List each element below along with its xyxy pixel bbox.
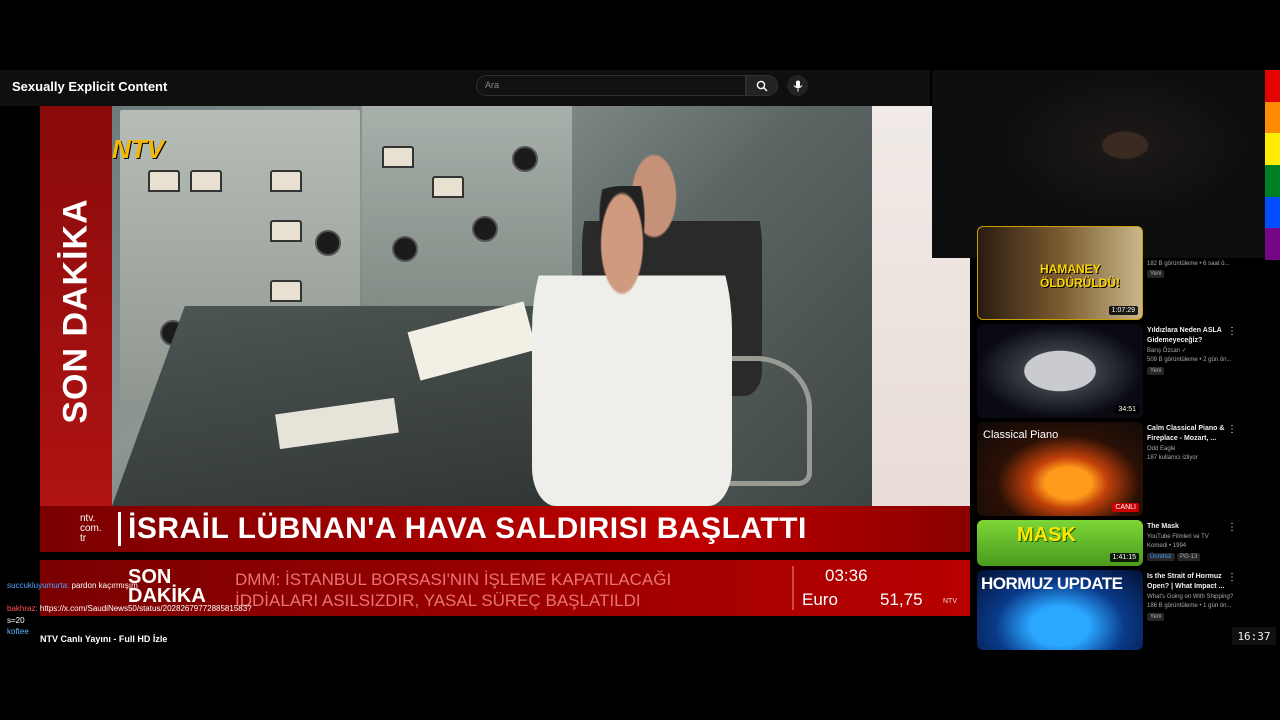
ntv-logo-text: NTV: [112, 134, 164, 164]
new-badge: Yeni: [1147, 613, 1165, 621]
video-duration: 1:41:15: [1109, 553, 1139, 562]
seated-technician-image: [532, 186, 732, 506]
breaking-news-vertical-banner: SON DAKİKA: [40, 106, 112, 506]
new-badge: Yeni: [1147, 270, 1165, 278]
video-player[interactable]: SON DAKİKA NTV ntv. com. tr İSRAİL LÜBNA…: [40, 106, 970, 626]
video-thumbnail[interactable]: HORMUZ UPDATE: [977, 570, 1143, 650]
video-thumbnail[interactable]: MASK 1:41:15: [977, 520, 1143, 566]
ntv-site-label: ntv. com. tr: [80, 513, 102, 544]
live-badge: CANLI: [1112, 503, 1139, 512]
chat-message: ​: [7, 592, 252, 604]
video-channel[interactable]: What's Going on With Shipping?: [1147, 593, 1247, 602]
video-meta: 187 kullanıcı izliyor: [1147, 455, 1198, 461]
thumbnail-text: Classical Piano: [983, 429, 1059, 441]
chat-text: s=20: [7, 615, 25, 625]
thumbnail-text: HORMUZ UPDATE: [981, 574, 1123, 593]
headline-divider: [118, 512, 121, 546]
video-meta: 186 B görüntüleme • 1 gün ön...: [1147, 603, 1232, 609]
mic-button[interactable]: [787, 75, 808, 96]
currency-value: 51,75: [880, 590, 923, 609]
video-duration: 1:07:29: [1108, 306, 1138, 315]
page-title: Sexually Explicit Content: [12, 79, 168, 94]
thumbnail-text: MASK: [1017, 524, 1076, 546]
more-options-icon[interactable]: ⋮: [1227, 326, 1237, 337]
broadcast-clock: 03:36: [825, 566, 868, 585]
chat-message: s=20: [7, 615, 252, 627]
news-headline: İSRAİL LÜBNAN'A HAVA SALDIRISI BAŞLATTI: [128, 512, 807, 545]
rating-badge: PG-13: [1177, 553, 1201, 561]
video-thumbnail[interactable]: 34:51: [977, 324, 1143, 418]
currency-label: Euro: [802, 590, 838, 609]
video-thumbnail[interactable]: HAMANEY ÖLDÜRÜLDÜ! 1:07:29: [977, 226, 1143, 320]
chat-username: koftee: [7, 627, 29, 636]
video-meta: 182 B görüntüleme • 6 saat ö...: [1147, 261, 1230, 267]
video-caption: NTV Canlı Yayını - Full HD İzle: [40, 634, 168, 644]
video-duration: 34:51: [1115, 405, 1139, 414]
mic-icon: [793, 80, 802, 91]
chat-text: pardon kaçırmışım: [71, 581, 138, 590]
recommended-video[interactable]: 34:51 Yıldızlara Neden ASLA Gidemeyeceği…: [977, 324, 1277, 418]
stream-time: 16:37: [1232, 627, 1276, 645]
search-icon: [756, 80, 768, 91]
recommended-video[interactable]: HAMANEY ÖLDÜRÜLDÜ! 1:07:29 182 B görüntü…: [977, 226, 1277, 320]
more-options-icon[interactable]: ⋮: [1227, 572, 1237, 583]
chat-message: bakhraz: https://x.com/SaudiNews50/statu…: [7, 603, 252, 615]
chat-message: succukluyumurta: pardon kaçırmışım: [7, 580, 252, 592]
recommended-video[interactable]: MASK 1:41:15 The Mask ⋮ YouTube Filmleri…: [977, 520, 1277, 566]
more-options-icon[interactable]: ⋮: [1227, 522, 1237, 533]
news-ticker-text: DMM: İSTANBUL BORSASI'NIN İŞLEME KAPATIL…: [235, 570, 672, 610]
video-frame: [112, 106, 872, 506]
video-channel[interactable]: YouTube Filmleri ve TV: [1147, 533, 1247, 542]
ntv-logo: NTV: [112, 134, 164, 165]
video-thumbnail[interactable]: Classical Piano CANLI: [977, 422, 1143, 516]
thumbnail-text: HAMANEY ÖLDÜRÜLDÜ!: [1040, 262, 1120, 290]
chat-text: https://x.com/SaudiNews50/status/2028267…: [39, 604, 252, 613]
video-meta: Komedi • 1994: [1147, 543, 1187, 549]
video-channel[interactable]: Odd Eagle: [1147, 445, 1247, 454]
search-button[interactable]: [746, 75, 778, 96]
mini-channel-logo: NTV: [943, 598, 957, 605]
search-input[interactable]: Ara: [476, 75, 746, 96]
headline-bar: ntv. com. tr İSRAİL LÜBNAN'A HAVA SALDIR…: [40, 506, 970, 552]
breaking-news-vertical-text: SON DAKİKA: [56, 198, 95, 424]
more-options-icon[interactable]: ⋮: [1227, 424, 1237, 435]
ticker-divider: [792, 566, 794, 610]
free-badge: Ücretsiz: [1147, 553, 1175, 561]
chat-username: succukluyumurta:: [7, 581, 70, 590]
chat-username: bakhraz:: [7, 604, 38, 613]
recommended-video[interactable]: Classical Piano CANLI Calm Classical Pia…: [977, 422, 1277, 516]
new-badge: Yeni: [1147, 367, 1165, 375]
video-meta: 509 B görüntüleme • 2 gün ön...: [1147, 357, 1232, 363]
chat-overlay: succukluyumurta: pardon kaçırmışım ​ bak…: [7, 580, 252, 638]
video-channel[interactable]: Barış Özcan ✓: [1147, 347, 1247, 356]
